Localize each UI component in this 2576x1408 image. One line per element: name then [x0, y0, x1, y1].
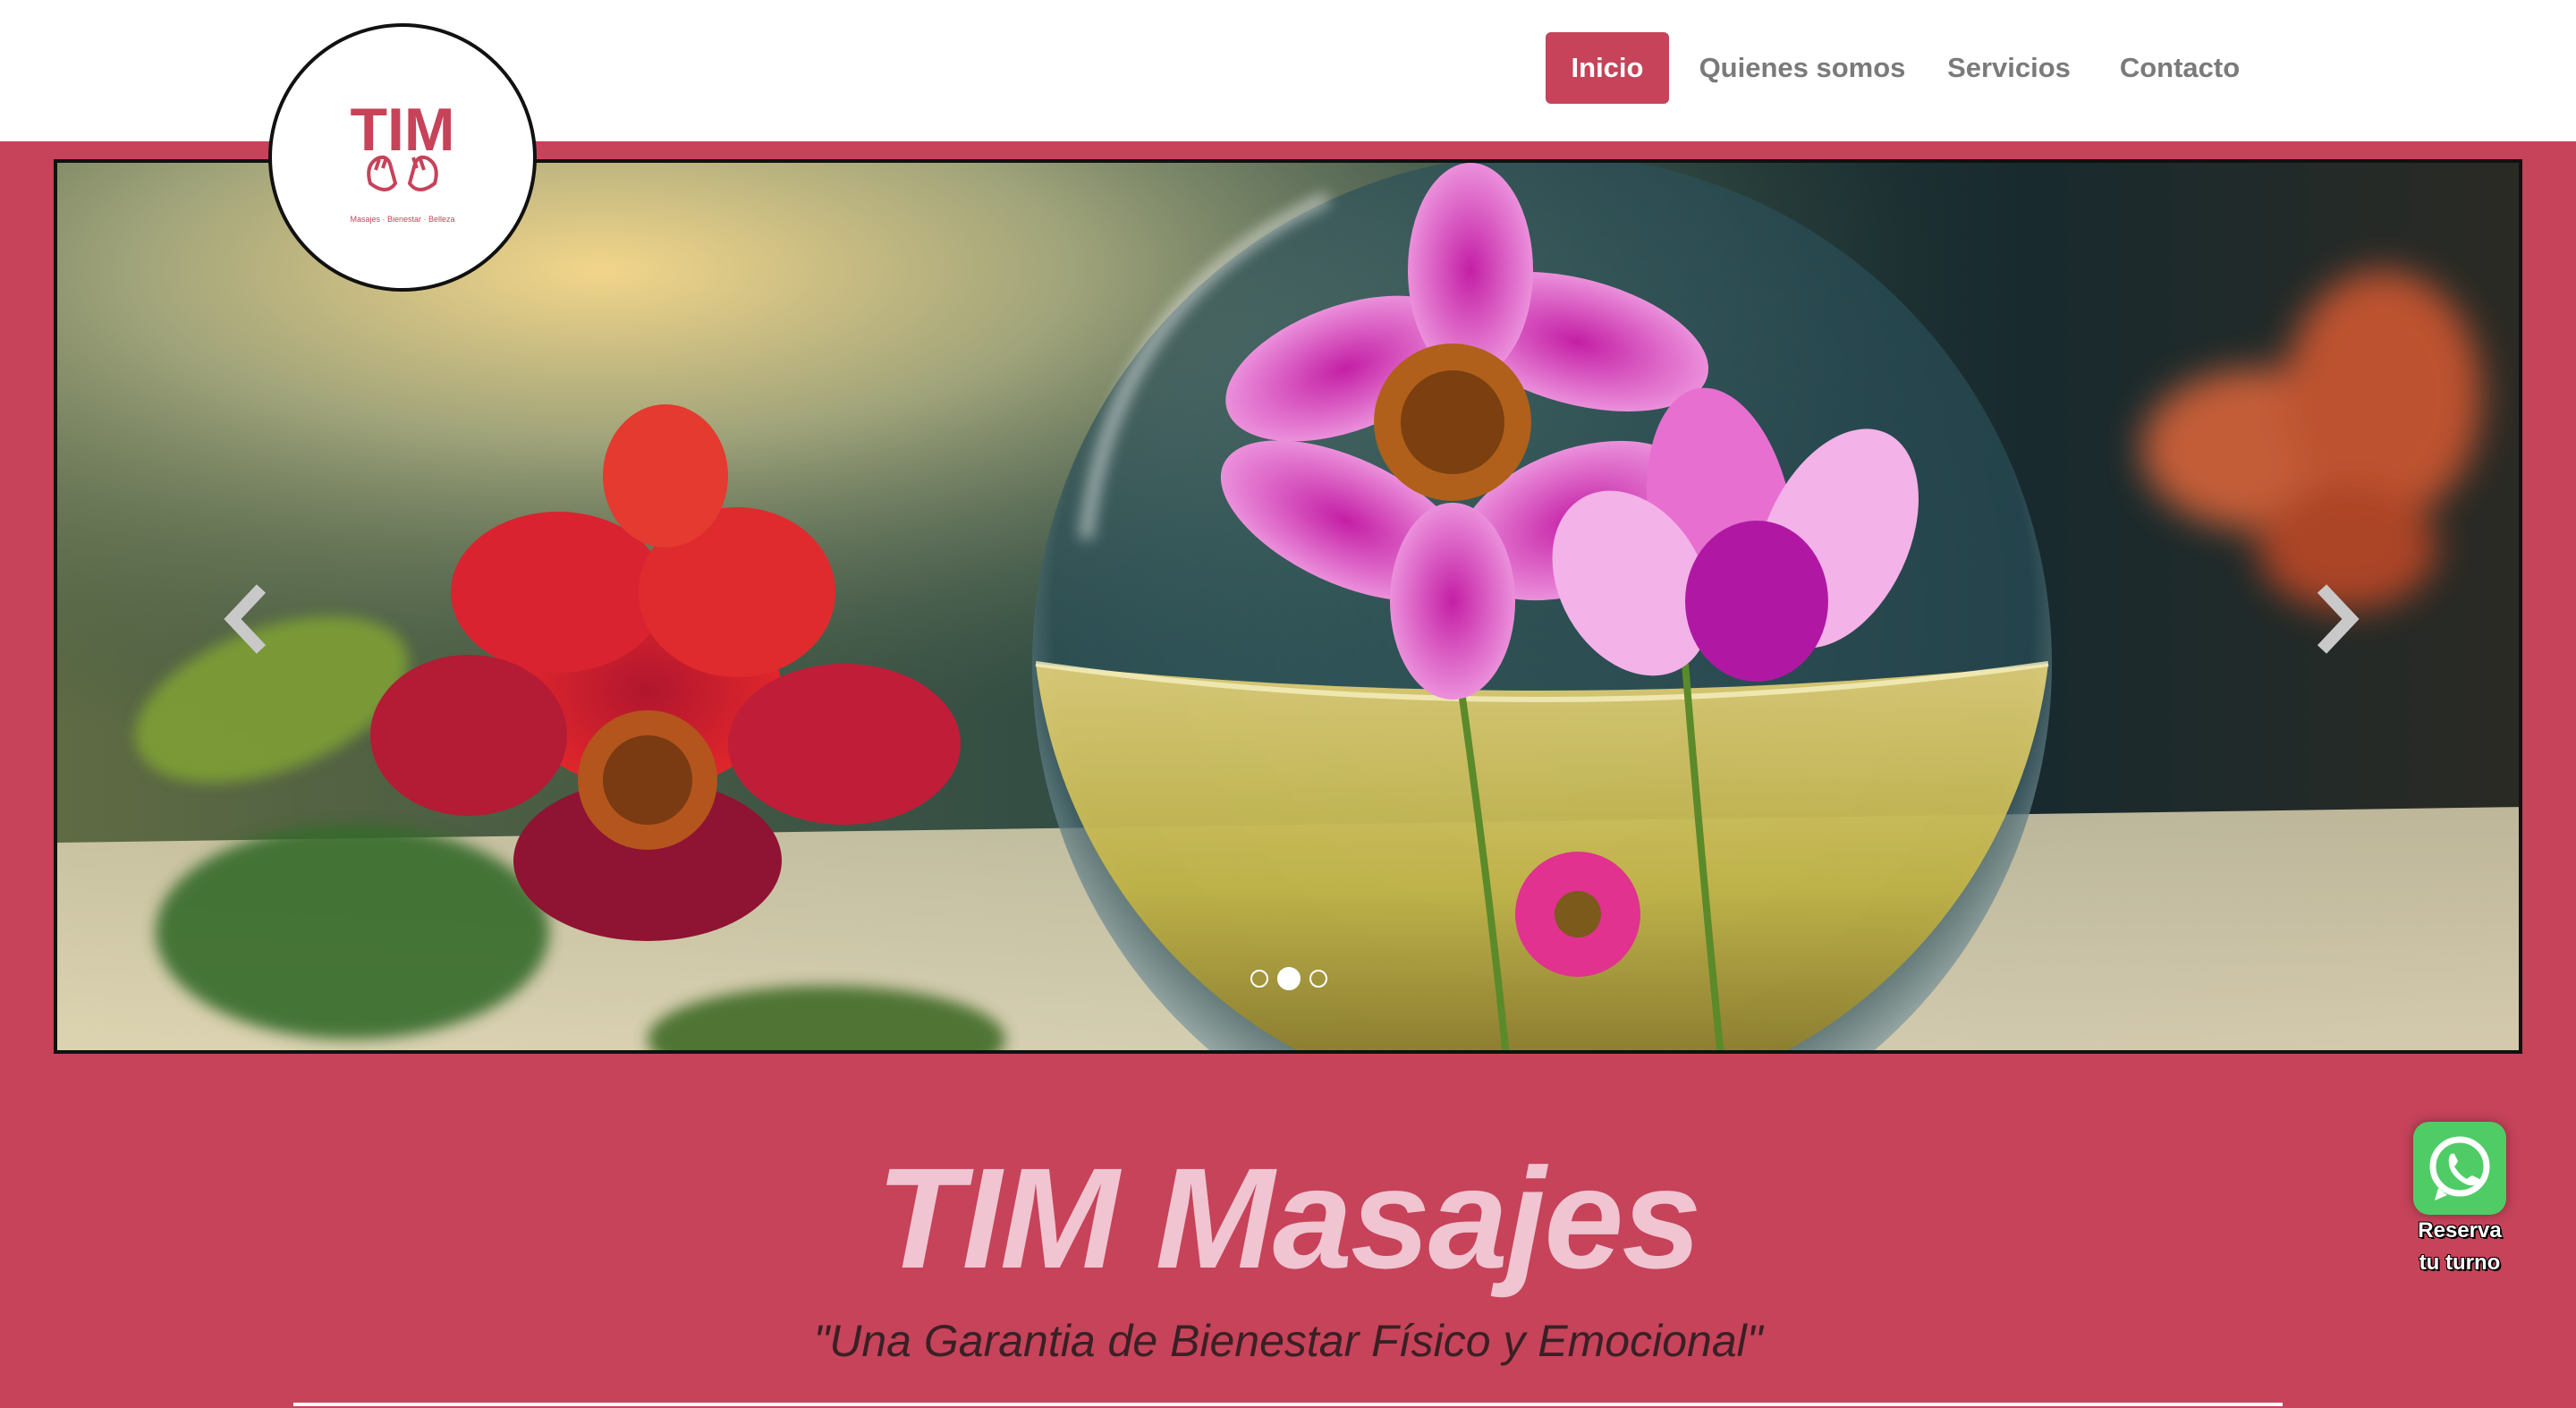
carousel-prev-button[interactable] — [211, 574, 283, 664]
whatsapp-button[interactable] — [2413, 1122, 2506, 1215]
nav-item-servicios[interactable]: Servicios — [1937, 32, 2080, 104]
logo-tagline: Masajes · Bienestar · Belleza — [350, 215, 454, 224]
carousel-indicator-1[interactable] — [1250, 970, 1268, 988]
whatsapp-label: Reserva tu turno — [2388, 1215, 2531, 1279]
carousel-indicator-2[interactable] — [1277, 967, 1301, 990]
chevron-left-icon — [224, 584, 267, 654]
whatsapp-label-line2: tu turno — [2419, 1251, 2501, 1275]
carousel-indicators — [1245, 964, 1343, 991]
carousel-slide-image — [57, 163, 2519, 1050]
logo-graphic: TIM Masajes · Bienestar · Belleza — [350, 96, 454, 224]
main-nav: Inicio Quienes somos Servicios Contacto — [1521, 32, 2576, 104]
carousel-next-button[interactable] — [2301, 574, 2372, 664]
whatsapp-icon — [2429, 1136, 2490, 1200]
nav-item-quienes-somos[interactable]: Quienes somos — [1690, 32, 1914, 104]
hero-carousel — [54, 159, 2522, 1054]
nav-item-inicio[interactable]: Inicio — [1546, 32, 1669, 104]
chevron-right-icon — [2317, 584, 2360, 654]
whatsapp-booking-widget[interactable]: Reserva tu turno — [2406, 1116, 2513, 1277]
section-divider — [293, 1403, 2283, 1406]
site-logo[interactable]: TIM Masajes · Bienestar · Belleza — [268, 23, 537, 292]
nav-item-contacto[interactable]: Contacto — [2104, 32, 2256, 104]
carousel-indicator-3[interactable] — [1309, 970, 1327, 988]
hero-subtitle: "Una Garantia de Bienestar Físico y Emoc… — [813, 1316, 1763, 1366]
logo-text: TIM — [350, 96, 454, 164]
hero-title: TIM Masajes — [876, 1138, 1702, 1298]
whatsapp-label-line1: Reserva — [2418, 1218, 2502, 1243]
